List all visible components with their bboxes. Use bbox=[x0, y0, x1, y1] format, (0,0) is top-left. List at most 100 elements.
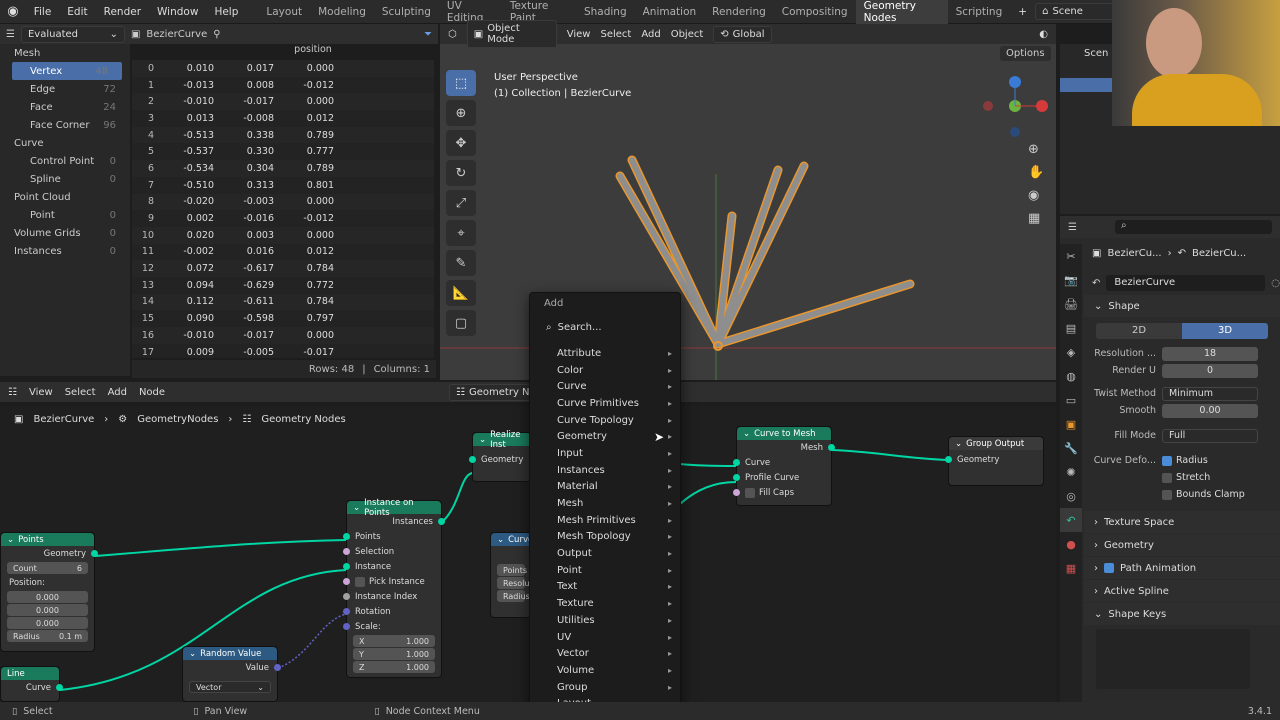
dimension-3d-button[interactable]: 3D bbox=[1182, 323, 1268, 339]
outliner-scene-row[interactable]: Scen bbox=[1084, 48, 1108, 59]
select-box-icon[interactable]: ⬚ bbox=[446, 70, 476, 96]
socket-dot[interactable] bbox=[343, 548, 350, 555]
curve-radius-field[interactable]: Radius bbox=[497, 590, 530, 602]
radius-checkbox[interactable] bbox=[1162, 455, 1172, 466]
position-y-field[interactable]: 0.000 bbox=[7, 604, 88, 616]
add-menu-item[interactable]: Point ▸ bbox=[530, 562, 680, 579]
socket-dot[interactable] bbox=[733, 474, 740, 481]
count-field[interactable]: Count 6 bbox=[7, 562, 88, 574]
viewport-menu-select[interactable]: Select bbox=[600, 29, 631, 40]
add-menu-item[interactable]: Input ▸ bbox=[530, 445, 680, 462]
editor-type-icon[interactable]: ☷ bbox=[8, 387, 17, 398]
tab-shading[interactable]: Shading bbox=[576, 2, 635, 22]
group-geometry-input[interactable]: Geometry bbox=[945, 452, 1043, 467]
curve-primitive-node[interactable]: ⌄ Curve Points Resolu Radius bbox=[490, 532, 533, 618]
breadcrumb-node-tree[interactable]: Geometry Nodes bbox=[261, 414, 345, 425]
fill-mode-dropdown[interactable]: Full bbox=[1162, 428, 1258, 443]
random-value-header[interactable]: ⌄ Random Value bbox=[183, 647, 277, 660]
node-menu-node[interactable]: Node bbox=[139, 387, 165, 398]
add-menu-item[interactable]: Text ▸ bbox=[530, 579, 680, 596]
collection-tab-icon[interactable]: ▭ bbox=[1060, 388, 1082, 412]
add-menu-search[interactable]: ⌕ Search... bbox=[536, 315, 674, 339]
shading-icon[interactable]: ◐ bbox=[1039, 29, 1048, 40]
particles-tab-icon[interactable]: ✺ bbox=[1060, 460, 1082, 484]
smooth-field[interactable]: 0.00 bbox=[1162, 403, 1258, 418]
editor-type-icon[interactable]: ☰ bbox=[6, 29, 15, 40]
group-output-header[interactable]: ⌄ Group Output bbox=[949, 437, 1043, 450]
scale-input[interactable]: Scale: bbox=[343, 619, 441, 634]
points-node[interactable]: ⌄ Points Geometry Count 6 Position: 0.000 … bbox=[0, 532, 98, 652]
view-layer-tab-icon[interactable]: ▤ bbox=[1060, 316, 1082, 340]
tab-compositing[interactable]: Compositing bbox=[774, 2, 856, 22]
domain-item[interactable]: Mesh bbox=[0, 44, 130, 62]
grid-icon[interactable]: ▦ bbox=[1028, 211, 1050, 226]
points-input[interactable]: Points bbox=[343, 529, 441, 544]
path-animation-section[interactable]: › Path Animation bbox=[1084, 557, 1280, 579]
random-value-node[interactable]: ⌄ Random Value Value Vector ⌄ bbox=[182, 646, 281, 702]
socket-dot[interactable] bbox=[274, 664, 281, 671]
blender-logo-icon[interactable]: ◉ bbox=[0, 4, 26, 19]
curve-input[interactable]: Curve bbox=[733, 455, 831, 470]
texture-tab-icon[interactable]: ▦ bbox=[1060, 556, 1082, 580]
value-output[interactable]: Value bbox=[183, 660, 281, 675]
add-menu-item[interactable]: Mesh Primitives ▸ bbox=[530, 512, 680, 529]
add-menu-item[interactable]: Material ▸ bbox=[530, 479, 680, 496]
socket-dot[interactable] bbox=[828, 444, 835, 451]
tab-sculpting[interactable]: Sculpting bbox=[374, 2, 439, 22]
instance-on-points-node[interactable]: ⌄ Instance on Points Instances Points Sel… bbox=[343, 498, 445, 678]
pin-icon[interactable]: ⚲ bbox=[213, 29, 220, 40]
scene-tab-icon[interactable]: ◈ bbox=[1060, 340, 1082, 364]
shield-icon[interactable]: ◌ bbox=[1271, 278, 1280, 289]
curve-resolution-field[interactable]: Resolu bbox=[497, 577, 529, 589]
add-menu-item[interactable]: Mesh ▸ bbox=[530, 495, 680, 512]
curve-to-mesh-node[interactable]: ⌄ Curve to Mesh Mesh Curve Profile Curve … bbox=[733, 426, 835, 506]
texture-space-section[interactable]: › Texture Space bbox=[1084, 511, 1280, 533]
measure-icon[interactable]: 📐 bbox=[446, 280, 476, 306]
add-menu-item[interactable]: Instances ▸ bbox=[530, 462, 680, 479]
socket-dot[interactable] bbox=[945, 456, 952, 463]
stretch-checkbox[interactable] bbox=[1162, 472, 1172, 483]
node-menu-select[interactable]: Select bbox=[65, 387, 96, 398]
add-cube-icon[interactable]: ▢ bbox=[446, 310, 476, 336]
geometry-section[interactable]: › Geometry bbox=[1084, 534, 1280, 556]
scale-z-field[interactable]: Z 1.000 bbox=[353, 661, 435, 673]
curve-primitive-header[interactable]: ⌄ Curve bbox=[491, 533, 533, 546]
bounds-clamp-checkbox[interactable] bbox=[1162, 489, 1172, 500]
fill-caps-input[interactable]: Fill Caps bbox=[733, 485, 831, 500]
tab-layout[interactable]: Layout bbox=[258, 2, 310, 22]
radius-field[interactable]: Radius 0.1 m bbox=[7, 630, 88, 642]
render-u-field[interactable]: 0 bbox=[1162, 363, 1258, 378]
transform-icon[interactable]: ⌖ bbox=[446, 220, 476, 246]
instance-input[interactable]: Instance bbox=[343, 559, 441, 574]
outliner-selected-row[interactable] bbox=[1060, 78, 1112, 92]
pick-instance-checkbox[interactable] bbox=[355, 576, 365, 587]
tab-rendering[interactable]: Rendering bbox=[704, 2, 774, 22]
socket-dot[interactable] bbox=[343, 533, 350, 540]
resolution-field[interactable]: 18 bbox=[1162, 346, 1258, 361]
output-tab-icon[interactable]: 🖨 bbox=[1060, 292, 1082, 316]
scale-y-field[interactable]: Y 1.000 bbox=[353, 648, 435, 660]
instance-index-input[interactable]: Instance Index bbox=[343, 589, 441, 604]
viewport-menu-object[interactable]: Object bbox=[671, 29, 704, 40]
object-mode-dropdown[interactable]: ▣ Object Mode bbox=[466, 20, 557, 48]
socket-dot[interactable] bbox=[343, 608, 350, 615]
add-menu-item[interactable]: Color ▸ bbox=[530, 362, 680, 379]
evaluation-mode-dropdown[interactable]: Evaluated ⌄ bbox=[20, 25, 125, 43]
zoom-icon[interactable]: ⊕ bbox=[1028, 142, 1050, 157]
breadcrumb-object[interactable]: BezierCurve bbox=[33, 414, 94, 425]
add-menu-item[interactable]: Curve ▸ bbox=[530, 378, 680, 395]
curve-to-mesh-header[interactable]: ⌄ Curve to Mesh bbox=[737, 427, 831, 440]
rotation-input[interactable]: Rotation bbox=[343, 604, 441, 619]
realize-instances-node[interactable]: ⌄ Realize Inst Geometry bbox=[469, 430, 532, 482]
menu-edit[interactable]: Edit bbox=[59, 6, 95, 18]
socket-dot[interactable] bbox=[733, 459, 740, 466]
shape-section[interactable]: ⌄ Shape bbox=[1084, 295, 1280, 317]
pick-instance-input[interactable]: Pick Instance bbox=[343, 574, 441, 589]
position-z-field[interactable]: 0.000 bbox=[7, 617, 88, 629]
selection-input[interactable]: Selection bbox=[343, 544, 441, 559]
tool-tab-icon[interactable]: ✂ bbox=[1060, 244, 1082, 268]
domain-item[interactable]: Point 0 bbox=[0, 206, 130, 224]
editor-type-icon[interactable]: ☰ bbox=[1068, 222, 1077, 233]
options-button[interactable]: Options bbox=[1000, 46, 1051, 61]
line-curve-output[interactable]: Curve bbox=[1, 680, 63, 695]
